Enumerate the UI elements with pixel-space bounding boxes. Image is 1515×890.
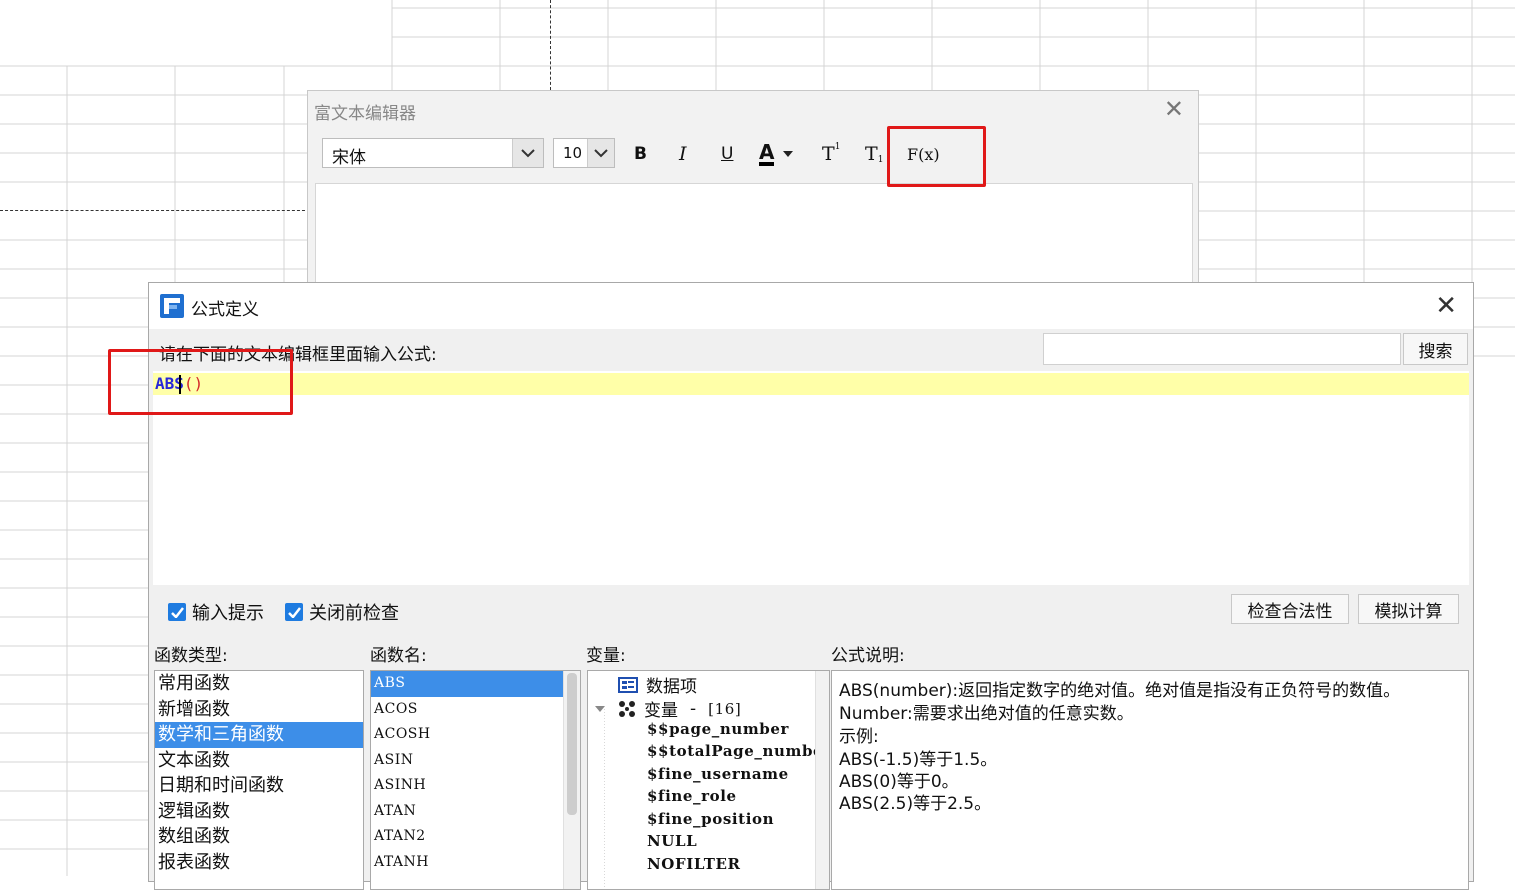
search-button[interactable]: 搜索 [1403,333,1468,365]
caret-down-icon [783,151,794,157]
superscript-letter: T [822,143,835,165]
formula-description-label: 公式说明: [831,646,905,666]
list-item[interactable]: ATAN2 [371,824,565,850]
input-hint-checkbox[interactable]: 输入提示 [168,599,264,625]
formula-editor[interactable]: ABS() [153,371,1469,585]
list-item[interactable]: ATAN [371,799,565,825]
rich-text-editor-close-icon[interactable]: ✕ [1164,95,1184,123]
description-line: ABS(2.5)等于2.5。 [839,794,992,814]
app-logo-icon [160,294,184,318]
simulate-button[interactable]: 模拟计算 [1358,594,1459,624]
superscript-button[interactable]: T1 [822,141,840,167]
font-size-select[interactable]: 10 [553,138,615,168]
formula-description-panel: ABS(number):返回指定数字的绝对值。绝对值是指没有正负符号的数值。 N… [831,670,1469,890]
list-item[interactable]: 数组函数 [155,824,363,850]
dialog-title: 公式定义 [191,300,259,320]
bold-button[interactable]: B [634,141,647,167]
description-line: Number:需要求出绝对值的任意实数。 [839,704,1134,724]
highlight-box-formula-text [108,349,293,415]
check-before-close-label: 关闭前检查 [309,603,399,624]
list-item[interactable]: ASINH [371,773,565,799]
subscript-button[interactable]: T1 [865,141,883,167]
list-item-selected[interactable]: ABS [371,671,565,697]
tree-leaf-variable[interactable]: NULL [647,832,697,850]
list-item[interactable]: 新增函数 [155,697,363,723]
tree-leaf-variable[interactable]: $$page_number [647,720,789,738]
function-name-list[interactable]: ABS ACOS ACOSH ASIN ASINH ATAN ATAN2 ATA… [370,670,581,890]
list-item[interactable]: 逻辑函数 [155,799,363,825]
variables-node-label: 变量 [644,701,678,721]
dialog-close-icon[interactable]: ✕ [1435,291,1457,321]
list-item[interactable]: 日期和时间函数 [155,773,363,799]
function-search-input[interactable] [1043,333,1401,365]
superscript-mark: 1 [834,142,841,152]
rich-text-editor-title: 富文本编辑器 [314,104,416,124]
list-item[interactable]: ATANH [371,850,565,876]
list-item[interactable]: 报表函数 [155,850,363,876]
input-hint-label: 输入提示 [192,603,264,624]
list-item[interactable]: ACOS [371,697,565,723]
chevron-down-icon[interactable] [587,139,614,167]
rich-text-editor-window: 富文本编辑器 ✕ 宋体 10 B I U A T1 T1 F(x) [307,90,1199,295]
function-type-label: 函数类型: [154,646,228,666]
variables-tree[interactable]: 数据项 变量 - [16] $$page_number $$totalPage_… [587,670,830,890]
font-name-value: 宋体 [332,148,366,168]
dataset-icon [618,676,638,693]
check-before-close-checkbox[interactable]: 关闭前检查 [285,599,399,625]
data-items-label: 数据项 [646,677,697,697]
function-name-label: 函数名: [370,646,427,666]
subscript-letter: T [865,143,878,165]
list-item[interactable]: 常用函数 [155,671,363,697]
list-item-selected[interactable]: 数学和三角函数 [155,722,363,748]
formula-definition-dialog: 公式定义 ✕ 请在下面的文本编辑框里面输入公式: 搜索 ABS() 输入提示 关… [148,282,1474,890]
dialog-titlebar: 公式定义 ✕ [149,283,1473,329]
page-break-vertical [550,0,551,90]
chevron-down-icon[interactable] [512,139,543,167]
tree-leaf-variable[interactable]: $fine_role [647,787,737,805]
rich-text-editor-body[interactable] [315,183,1193,295]
variables-label: 变量: [586,646,626,666]
checkbox-checked-icon [168,603,186,621]
function-list-scrollbar[interactable] [563,671,580,889]
tree-leaf-variable[interactable]: $fine_position [647,810,774,828]
font-size-value: 10 [563,144,583,162]
validate-button[interactable]: 检查合法性 [1231,594,1349,624]
italic-button[interactable]: I [679,141,687,167]
tree-leaf-variable[interactable]: NOFILTER [647,855,741,873]
underline-button[interactable]: U [721,141,733,167]
description-line: ABS(number):返回指定数字的绝对值。绝对值是指没有正负符号的数值。 [839,681,1401,701]
description-line: 示例: [839,727,879,747]
tree-leaf-variable[interactable]: $fine_username [647,765,789,783]
font-name-select[interactable]: 宋体 [322,138,544,168]
highlight-box-formula-button [887,126,986,187]
variables-scrollbar[interactable] [815,671,829,889]
scroll-thumb[interactable] [567,673,577,815]
current-line-highlight: ABS() [153,373,1469,395]
tree-node-data-items[interactable]: 数据项 [618,672,697,697]
tree-leaf-variable[interactable]: $$totalPage_number [647,742,829,760]
checkbox-checked-icon [285,603,303,621]
subscript-mark: 1 [877,155,884,165]
variables-count: [16] [708,699,742,718]
list-item[interactable]: 文本函数 [155,748,363,774]
font-color-letter: A [759,140,775,166]
function-type-list[interactable]: 常用函数 新增函数 数学和三角函数 文本函数 日期和时间函数 逻辑函数 数组函数… [154,670,364,890]
list-item[interactable]: ACOSH [371,722,565,748]
tree-connector-line [604,709,605,889]
list-item[interactable]: ASIN [371,748,565,774]
variables-node-dash: - [690,698,697,719]
page-break-horizontal [0,210,310,211]
font-color-button[interactable]: A [759,141,803,167]
